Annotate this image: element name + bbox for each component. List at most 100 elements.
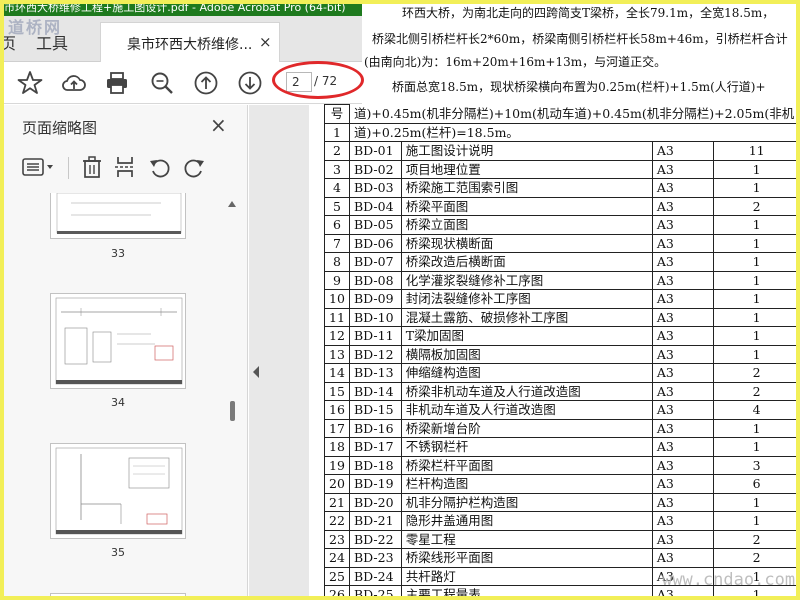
thumbnail-page-36[interactable] [50, 593, 186, 600]
table-row: 3 BD-02 项目地理位置 A3 1 [324, 159, 800, 179]
table-row: 4 BD-03 桥梁施工范围索引图 A3 1 [324, 178, 800, 198]
table-cell-qty: 1 [713, 307, 800, 327]
paragraph-line-3: (由南向北)为：16m+20m+16m+13m，与河道正交。 [364, 55, 667, 69]
table-cell-code: BD-15 [348, 400, 402, 420]
thumbnail-page-33[interactable] [50, 193, 186, 239]
table-cell-size: A3 [651, 418, 715, 438]
star-icon[interactable] [17, 70, 43, 96]
table-cell-name: 桥梁新增台阶 [400, 418, 653, 438]
thumbnail-page-35[interactable] [50, 443, 186, 539]
table-row: 24 BD-23 桥梁线形平面图 A3 2 [324, 548, 800, 568]
table-cell-code: BD-03 [348, 178, 402, 198]
table-cell-no: 13 [324, 344, 350, 364]
table-cell-size: A3 [651, 474, 715, 494]
table-cell-qty: 1 [713, 178, 800, 198]
scroll-up-arrow[interactable] [228, 201, 236, 207]
table-cell-name: 封闭法裂缝修补工序图 [400, 289, 653, 309]
thumbnail-page-34[interactable] [50, 293, 186, 389]
table-cell-code: BD-13 [348, 363, 402, 383]
table-row: 12 BD-11 T梁加固图 A3 1 [324, 326, 800, 346]
table-cell-size: A3 [651, 381, 715, 401]
collapse-panel-icon[interactable] [253, 366, 259, 378]
table-cell-code: BD-16 [348, 418, 402, 438]
table-cell-no: 10 [324, 289, 350, 309]
table-cell-code: BD-21 [348, 511, 402, 531]
print-icon[interactable] [104, 70, 130, 96]
table-merged-row: 1 道)+0.25m(栏杆)=18.5m。 [324, 122, 800, 142]
table-row: 5 BD-04 桥梁平面图 A3 2 [324, 196, 800, 216]
table-row: 7 BD-06 桥梁现状横断面 A3 1 [324, 233, 800, 253]
table-cell-qty: 6 [713, 474, 800, 494]
close-icon[interactable]: × [259, 33, 272, 51]
table-cell-size: A3 [651, 492, 715, 512]
table-cell-qty: 2 [713, 381, 800, 401]
panel-close-icon[interactable]: × [210, 113, 227, 137]
options-menu-icon[interactable] [22, 155, 56, 179]
tab-document[interactable]: 臬市环西大桥维修... × [100, 22, 280, 62]
panel-title: 页面缩略图 [22, 119, 98, 137]
table-cell-qty: 1 [713, 252, 800, 272]
upload-cloud-icon[interactable] [61, 70, 87, 96]
zoom-icon[interactable] [149, 70, 175, 96]
table-cell-qty: 1 [713, 233, 800, 253]
table-cell-code: BD-05 [348, 215, 402, 235]
table-cell-name: 主要工程量表 [400, 585, 653, 600]
table-cell-code: BD-20 [348, 492, 402, 512]
table-cell-size: A3 [651, 511, 715, 531]
table-cell-code: BD-09 [348, 289, 402, 309]
table-cell-no: 12 [324, 326, 350, 346]
table-cell-name: 混凝土露筋、破损修补工序图 [400, 307, 653, 327]
thumbnail-list: 33 34 35 [0, 193, 248, 600]
table-header-no: 号 [324, 104, 350, 124]
table-cell-size: A3 [651, 270, 715, 290]
tab-document-label: 臬市环西大桥维修... [127, 37, 253, 53]
table-cell-code: BD-04 [348, 196, 402, 216]
table-cell-no: 8 [324, 252, 350, 272]
table-row: 10 BD-09 封闭法裂缝修补工序图 A3 1 [324, 289, 800, 309]
table-row: 19 BD-18 桥梁栏杆平面图 A3 3 [324, 455, 800, 475]
table-row: 23 BD-22 零星工程 A3 2 [324, 529, 800, 549]
drawing-list-table: 号 道)+0.45m(机非分隔栏)+10m(机动车道)+0.45m(机非分隔栏)… [324, 104, 800, 600]
table-cell-name: 桥梁非机动车道及人行道改造图 [400, 381, 653, 401]
table-cell-qty: 1 [713, 437, 800, 457]
table-cell-qty: 11 [713, 141, 800, 161]
table-cell-no: 14 [324, 363, 350, 383]
table-cell-code: BD-22 [348, 529, 402, 549]
delete-icon[interactable] [80, 155, 104, 179]
page-up-icon[interactable] [193, 70, 219, 96]
table-cell-code: BD-14 [348, 381, 402, 401]
table-row: 6 BD-05 桥梁立面图 A3 1 [324, 215, 800, 235]
table-row: 21 BD-20 机非分隔护栏构造图 A3 1 [324, 492, 800, 512]
table-cell-no: 18 [324, 437, 350, 457]
thumbnail-scrollbar[interactable] [230, 401, 235, 421]
table-cell-code: BD-07 [348, 252, 402, 272]
table-cell-qty: 1 [713, 511, 800, 531]
table-row: 20 BD-19 栏杆构造图 A3 6 [324, 474, 800, 494]
table-cell-code: BD-01 [348, 141, 402, 161]
table-cell-size: A3 [651, 141, 715, 161]
table-cell-qty: 1 [713, 344, 800, 364]
table-cell-name: 桥梁现状横断面 [400, 233, 653, 253]
table-cell-no: 16 [324, 400, 350, 420]
thumbnail-label-33: 33 [111, 247, 125, 260]
table-cell-name: 化学灌浆裂缝修补工序图 [400, 270, 653, 290]
table-cell-no: 19 [324, 455, 350, 475]
table-row: 11 BD-10 混凝土露筋、破损修补工序图 A3 1 [324, 307, 800, 327]
table-cell-name: 零星工程 [400, 529, 653, 549]
extract-icon[interactable] [113, 155, 137, 179]
rotate-right-icon[interactable] [182, 155, 206, 179]
thumbnail-label-35: 35 [111, 546, 125, 559]
table-header-row: 号 道)+0.45m(机非分隔栏)+10m(机动车道)+0.45m(机非分隔栏)… [324, 104, 800, 124]
document-page-top: 环西大桥，为南北走向的四跨简支T梁桥，全长79.1m，全宽18.5m， 桥梁北侧… [362, 0, 800, 106]
rotate-left-icon[interactable] [148, 155, 172, 179]
table-cell-qty: 2 [713, 529, 800, 549]
table-cell-code: BD-18 [348, 455, 402, 475]
table-cell-size: A3 [651, 437, 715, 457]
page-down-icon[interactable] [237, 70, 263, 96]
table-cell-name: 非机动车道及人行道改造图 [400, 400, 653, 420]
panel-toolbar [0, 147, 248, 187]
table-cell-code: BD-08 [348, 270, 402, 290]
table-cell-code: BD-12 [348, 344, 402, 364]
table-cell-name: 不锈钢栏杆 [400, 437, 653, 457]
table-cell-no: 5 [324, 196, 350, 216]
